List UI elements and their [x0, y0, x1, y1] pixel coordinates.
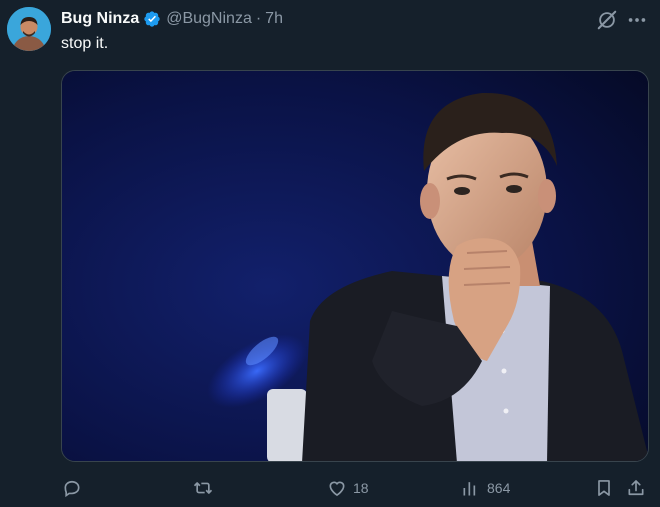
reply-icon	[64, 480, 80, 498]
action-bar: 18 864	[0, 472, 660, 504]
timestamp[interactable]: 7h	[265, 10, 283, 28]
avatar[interactable]	[7, 7, 51, 51]
tweet-header: Bug Ninza @BugNinza · 7h	[61, 8, 660, 30]
views-icon	[463, 482, 476, 496]
heart-icon	[329, 481, 345, 497]
more-icon[interactable]	[626, 10, 648, 30]
views-count: 864	[487, 480, 511, 496]
tweet[interactable]: Bug Ninza @BugNinza · 7h stop it. 18 864	[0, 0, 660, 507]
like-count: 18	[353, 480, 369, 496]
bookmark-icon	[598, 480, 610, 496]
display-name[interactable]: Bug Ninza	[61, 10, 139, 28]
reply-button[interactable]	[62, 478, 88, 498]
retweet-icon	[193, 482, 213, 494]
views-button[interactable]: 864	[461, 478, 510, 498]
bookmark-button[interactable]	[594, 478, 614, 498]
tweet-text: stop it.	[61, 35, 109, 52]
tweet-media-image[interactable]	[61, 70, 649, 462]
separator-dot: ·	[255, 10, 262, 27]
handle[interactable]: @BugNinza	[166, 10, 252, 28]
share-button[interactable]	[626, 478, 646, 498]
like-button[interactable]: 18	[327, 478, 369, 498]
share-icon	[628, 480, 644, 496]
grok-icon[interactable]	[596, 9, 618, 31]
retweet-button[interactable]	[193, 478, 219, 498]
verified-badge-icon	[144, 11, 160, 27]
